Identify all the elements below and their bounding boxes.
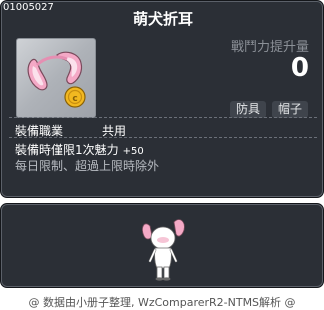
combat-power-value: 0 [290,53,309,83]
item-tooltip: 01005027 萌犬折耳 c 戰鬥力提升量 0 防具 帽子 裝備職業 共用 裝… [0,0,324,198]
character-preview-panel [0,203,324,288]
svg-text:c: c [72,94,77,104]
divider [9,117,317,118]
effect-text: 裝備時僅限1次魅力 [15,143,119,157]
item-name: 萌犬折耳 [132,10,193,28]
effect-value: +50 [122,146,144,157]
item-icon-frame: c [16,38,96,118]
category-tag-hat: 帽子 [272,101,309,118]
limit-text: 每日限制、超過上限時除外 [15,159,160,173]
footer-credit: @ 数据由小册子整理, WzComparerR2-NTMS解析 @ [28,296,296,309]
divider [9,137,317,138]
character-preview-icon [142,219,185,281]
bunny-ears-icon: c [27,51,86,108]
category-tag-armor: 防具 [230,101,267,118]
effect-line: 裝備時僅限1次魅力 +50 [15,141,144,158]
